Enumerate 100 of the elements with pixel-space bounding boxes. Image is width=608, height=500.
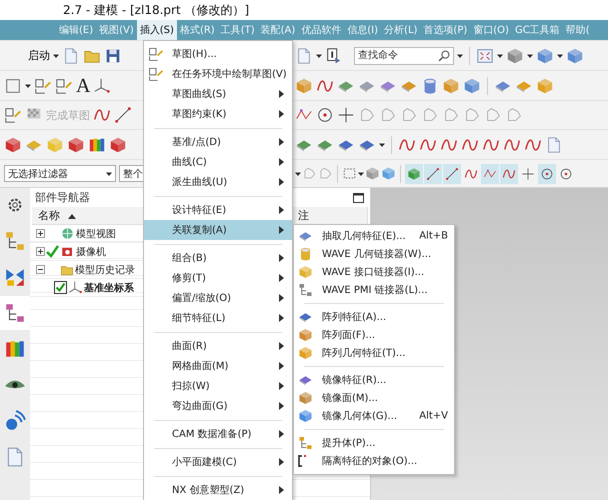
column-header[interactable]: 注 xyxy=(292,207,368,224)
menu-item[interactable]: CAM 数据准备(P) xyxy=(144,424,292,444)
submenu-arrow-icon xyxy=(279,294,284,302)
tree-node-label[interactable]: 基准坐标系 xyxy=(84,280,134,294)
snap-toggle-button[interactable] xyxy=(538,164,556,184)
outline-icon xyxy=(302,166,317,181)
snap-toggle-button[interactable] xyxy=(405,164,423,184)
sketch-icon xyxy=(34,76,52,94)
menu-item[interactable]: 阵列特征(A)... xyxy=(294,308,454,326)
menu-item[interactable]: 偏置/缩放(O) xyxy=(144,288,292,308)
menu-item[interactable]: 关联复制(A) xyxy=(144,220,292,240)
menu-item[interactable]: 提升体(P)... xyxy=(294,434,454,452)
cylinder-icon xyxy=(421,76,439,94)
sketch-icon xyxy=(148,66,164,82)
sketch-icon xyxy=(55,76,73,94)
cube-icon xyxy=(463,76,481,94)
check-icon xyxy=(46,245,59,258)
menu-item[interactable]: 细节特征(L) xyxy=(144,308,292,328)
plus-icon xyxy=(37,248,44,255)
cube-icon xyxy=(381,166,396,181)
tree-icon xyxy=(298,282,313,298)
submenu-arrow-icon xyxy=(279,430,284,438)
menu-item[interactable]: 镜像特征(R)... xyxy=(294,371,454,389)
cube-icon xyxy=(67,136,85,154)
submenu-arrow-icon xyxy=(279,158,284,166)
expander-toggle[interactable] xyxy=(36,247,45,256)
polyline-icon xyxy=(483,166,497,180)
menu-item[interactable]: 修剪(T) xyxy=(144,268,292,288)
snap-toggle-button[interactable] xyxy=(500,164,518,184)
text-tool-glyph[interactable]: A xyxy=(76,76,90,96)
tree-node-label[interactable]: 摄像机 xyxy=(76,244,106,258)
submenu-arrow-icon xyxy=(279,206,284,214)
menu-item[interactable]: 扫掠(W) xyxy=(144,376,292,396)
cube-icon xyxy=(536,46,554,64)
caret-icon xyxy=(457,52,463,58)
menu-item[interactable]: 镜像几何体(G)... Alt+V xyxy=(294,407,454,425)
navigator-tab[interactable] xyxy=(0,296,30,330)
menu-item[interactable]: NX 创意塑型(Z) xyxy=(144,480,292,500)
submenu-arrow-icon xyxy=(279,362,284,370)
menu-item[interactable]: 隔离特征的对象(O)... xyxy=(294,452,454,470)
menu-item[interactable]: 在任务环境中绘制草图(V) xyxy=(144,64,292,84)
submenu-arrow-icon xyxy=(279,486,284,494)
sketch-icon xyxy=(148,46,164,62)
outline-icon xyxy=(400,106,418,124)
cube-icon xyxy=(298,328,313,342)
search-field[interactable]: 查找命令 xyxy=(354,46,454,64)
tree-node-label[interactable]: 模型视图 xyxy=(76,226,116,240)
view-globe-icon xyxy=(60,226,75,241)
tree-icon xyxy=(4,230,26,252)
selection-filter-dropdown[interactable]: 无选择过滤器 xyxy=(4,165,116,182)
snap-toggle-button[interactable] xyxy=(481,164,499,184)
menu-item[interactable]: 插入(S) xyxy=(136,20,177,40)
menu-item[interactable]: 基准/点(D) xyxy=(144,132,292,152)
menu-item[interactable]: 组合(B) xyxy=(144,248,292,268)
menu-item[interactable]: 网格曲面(M) xyxy=(144,356,292,376)
caret-icon xyxy=(497,52,503,58)
menu-item[interactable]: 阵列面(F)... xyxy=(294,326,454,344)
cube-icon xyxy=(298,390,313,406)
caret-icon xyxy=(557,52,563,58)
cube-icon xyxy=(407,166,421,180)
shortcut-label: Alt+V xyxy=(419,410,448,422)
outline-icon xyxy=(318,166,333,181)
menu-item[interactable]: WAVE 几何链接器(W)... xyxy=(294,245,454,263)
outline-icon xyxy=(484,106,502,124)
snap-toggle-button[interactable] xyxy=(424,164,442,184)
menu-item[interactable]: 设计特征(E) xyxy=(144,200,292,220)
shortcut-label: Alt+B xyxy=(419,230,448,242)
submenu-arrow-icon xyxy=(279,254,284,262)
menu-item[interactable]: 小平面建模(C) xyxy=(144,452,292,472)
cube-icon xyxy=(536,76,554,94)
line-icon xyxy=(114,106,132,124)
menu-item[interactable]: 镜像面(M)... xyxy=(294,389,454,407)
menu-item[interactable]: 曲面(R) xyxy=(144,336,292,356)
dashed-rect-icon xyxy=(342,166,357,181)
document-icon xyxy=(62,46,80,64)
start-dropdown[interactable]: 启动 xyxy=(4,48,59,63)
submenu-arrow-icon xyxy=(279,226,284,234)
menu-item[interactable]: 草图曲线(S) xyxy=(144,84,292,104)
outline-icon xyxy=(421,106,439,124)
bracket-marker-icon xyxy=(298,454,306,468)
outline-icon xyxy=(505,106,523,124)
menu-item[interactable]: 草图(H)... xyxy=(144,44,292,64)
cube-icon xyxy=(566,46,584,64)
submenu-arrow-icon xyxy=(279,178,284,186)
tree-node-label[interactable]: 模型历史记录 xyxy=(75,262,135,276)
caret-icon xyxy=(379,142,385,148)
menu-item[interactable]: 抽取几何特征(E)... Alt+B xyxy=(294,227,454,245)
circle-icon xyxy=(559,166,573,180)
tree-icon xyxy=(4,302,26,324)
cube-icon xyxy=(298,264,313,280)
submenu-arrow-icon xyxy=(279,342,284,350)
expander-toggle[interactable] xyxy=(36,229,45,238)
snap-toggle-button[interactable] xyxy=(443,164,461,184)
axes-icon xyxy=(68,280,83,295)
menu-item[interactable]: 草图约束(K) xyxy=(144,104,292,124)
menu-item[interactable]: 弯边曲面(G) xyxy=(144,396,292,416)
menu-item[interactable]: 阵列几何特征(T)... xyxy=(294,344,454,362)
expander-toggle[interactable] xyxy=(36,265,45,274)
menu-item[interactable]: WAVE 接口链接器(I)... xyxy=(294,263,454,281)
menu-item[interactable]: WAVE PMI 链接器(L)... xyxy=(294,281,454,299)
